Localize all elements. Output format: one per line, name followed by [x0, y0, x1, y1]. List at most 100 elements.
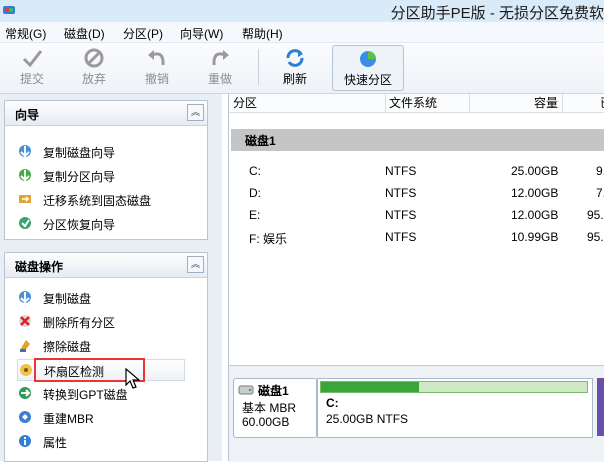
quick-partition-button[interactable]: 快速分区: [332, 45, 404, 91]
refresh-icon: [286, 49, 304, 67]
item-label: 复制磁盘向导: [43, 146, 116, 160]
cell-fs: NTFS: [385, 186, 417, 200]
table-row[interactable]: E: NTFS 12.00GB 95.: [229, 206, 604, 228]
cell-fs: NTFS: [385, 164, 417, 178]
column-capacity[interactable]: 容量: [470, 94, 563, 112]
partition-recovery-icon: [19, 217, 31, 229]
collapse-icon[interactable]: ︽: [187, 104, 204, 121]
wizard-panel: 向导 ︽ 复制磁盘向导 复制分区向导 迁移系统到固态磁盘 分区恢复向导: [4, 100, 208, 240]
refresh-button[interactable]: 刷新: [271, 45, 319, 89]
wizard-item-partition-recovery[interactable]: 分区恢复向导: [17, 213, 199, 233]
commit-button[interactable]: 提交: [8, 45, 56, 89]
discard-label: 放弃: [81, 72, 106, 86]
redo-icon: [212, 50, 229, 65]
disk-operations-header: 磁盘操作 ︽: [5, 253, 207, 278]
toolbar: 提交 放弃 撤销 重做 刷新 快速分区: [0, 43, 604, 94]
disk-operations-title: 磁盘操作: [15, 260, 64, 274]
disk-group-label: 磁盘1: [245, 134, 276, 148]
column-partition[interactable]: 分区: [229, 94, 386, 112]
redo-label: 重做: [207, 72, 232, 86]
op-delete-all-partitions[interactable]: 删除所有分区: [17, 311, 199, 331]
delete-icon: [19, 315, 31, 327]
cell-capacity: 10.99GB: [511, 230, 559, 244]
table-header: 分区 文件系统 容量 已: [229, 94, 604, 113]
wizard-item-copy-disk[interactable]: 复制磁盘向导: [17, 141, 199, 161]
wipe-icon: [20, 340, 30, 352]
op-copy-disk[interactable]: 复制磁盘: [17, 287, 199, 307]
item-label: 重建MBR: [43, 412, 94, 426]
cell-used: 95.: [587, 230, 604, 244]
left-panel: 向导 ︽ 复制磁盘向导 复制分区向导 迁移系统到固态磁盘 分区恢复向导 磁盘操作…: [0, 94, 222, 462]
cell-fs: NTFS: [385, 208, 417, 222]
copy-partition-icon: [19, 169, 31, 182]
discard-button[interactable]: 放弃: [70, 45, 118, 89]
copy-disk-icon: [19, 145, 31, 158]
column-filesystem[interactable]: 文件系统: [386, 94, 470, 112]
cell-capacity: 25.00GB: [511, 164, 559, 178]
undo-icon: [148, 50, 165, 65]
partition-block-next[interactable]: [597, 378, 604, 436]
quick-partition-label: 快速分区: [343, 73, 392, 87]
cell-used: 9.: [596, 164, 604, 178]
item-label: 迁移系统到固态磁盘: [43, 194, 152, 208]
table-row[interactable]: F: 娱乐 NTFS 10.99GB 95.: [229, 228, 604, 250]
cell-used: 95.: [587, 208, 604, 222]
migrate-ssd-icon: [19, 195, 31, 203]
discard-icon: [84, 48, 104, 68]
op-wipe-disk[interactable]: 擦除磁盘: [17, 335, 199, 355]
cell-partition: C:: [249, 164, 261, 178]
menu-disk[interactable]: 磁盘(D): [64, 25, 105, 42]
refresh-label: 刷新: [282, 72, 307, 86]
bad-sector-icon: [20, 364, 32, 376]
disk-card-type: 基本 MBR: [242, 401, 297, 415]
item-label: 属性: [43, 436, 68, 450]
column-used[interactable]: 已: [568, 94, 604, 112]
item-label: 转换到GPT磁盘: [43, 388, 128, 402]
partition-usage-bar: [320, 381, 588, 393]
menu-bar: 常规(G) 磁盘(D) 分区(P) 向导(W) 帮助(H): [0, 22, 604, 43]
window-title: 分区助手PE版 - 无损分区免费软: [390, 5, 604, 22]
partition-block-name: C:: [326, 396, 339, 410]
disk-map: 磁盘1 基本 MBR 60.00GB C: 25.00GB NTFS: [229, 365, 604, 462]
cell-partition: E:: [249, 208, 261, 222]
wizard-item-copy-partition[interactable]: 复制分区向导: [17, 165, 199, 185]
partition-panel: 分区 文件系统 容量 已 磁盘1 C: NTFS 25.00GB 9. D: N…: [228, 94, 604, 462]
disk-card-name: 磁盘1: [258, 384, 289, 398]
cell-fs: NTFS: [385, 230, 417, 244]
op-properties[interactable]: 属性: [17, 431, 199, 451]
disk-card[interactable]: 磁盘1 基本 MBR 60.00GB: [233, 378, 317, 438]
cell-capacity: 12.00GB: [511, 186, 559, 200]
convert-icon: [19, 387, 31, 399]
copy-disk-icon: [19, 291, 31, 304]
item-label: 复制磁盘: [43, 292, 92, 306]
wizard-panel-header: 向导 ︽: [5, 101, 207, 126]
menu-general[interactable]: 常规(G): [5, 25, 46, 42]
undo-label: 撤销: [144, 72, 169, 86]
item-label: 擦除磁盘: [43, 340, 92, 354]
table-row[interactable]: D: NTFS 12.00GB 7.: [229, 184, 604, 206]
partition-block-info: 25.00GB NTFS: [326, 412, 409, 426]
toolbar-separator: [258, 49, 259, 85]
disk-group-row[interactable]: 磁盘1: [231, 129, 604, 151]
disk-icon: [238, 385, 254, 395]
mouse-cursor-icon: [125, 368, 141, 389]
menu-wizard[interactable]: 向导(W): [180, 25, 223, 42]
disk-operations-panel: 磁盘操作 ︽ 复制磁盘 删除所有分区 擦除磁盘 坏扇区检测 转换到GPT磁盘 重…: [4, 252, 208, 462]
undo-button[interactable]: 撤销: [133, 45, 181, 89]
item-label: 分区恢复向导: [43, 218, 116, 232]
op-rebuild-mbr[interactable]: 重建MBR: [17, 407, 199, 427]
menu-help[interactable]: 帮助(H): [242, 25, 283, 42]
cell-capacity: 12.00GB: [511, 208, 559, 222]
collapse-icon[interactable]: ︽: [187, 256, 204, 273]
op-convert-gpt[interactable]: 转换到GPT磁盘: [17, 383, 199, 403]
item-label: 删除所有分区: [43, 316, 116, 330]
menu-partition[interactable]: 分区(P): [123, 25, 163, 42]
wizard-item-migrate-os[interactable]: 迁移系统到固态磁盘: [17, 189, 199, 209]
disk-card-size: 60.00GB: [242, 415, 290, 429]
partition-block-c[interactable]: C: 25.00GB NTFS: [317, 378, 593, 438]
commit-label: 提交: [19, 72, 44, 86]
table-row[interactable]: C: NTFS 25.00GB 9.: [229, 162, 604, 184]
title-bar: 分区助手PE版 - 无损分区免费软: [0, 0, 604, 22]
redo-button[interactable]: 重做: [196, 45, 244, 89]
disk-partition-icon: [360, 51, 376, 67]
